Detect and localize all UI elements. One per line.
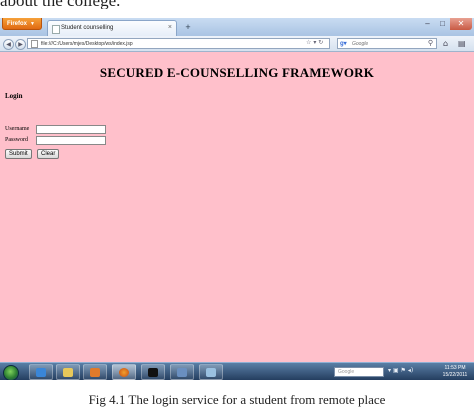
taskbar-paint[interactable] xyxy=(199,364,223,380)
chevron-down-icon: ▼ xyxy=(30,21,35,27)
flag-icon[interactable]: ⚑ xyxy=(401,367,406,374)
window-controls: – □ ✕ xyxy=(420,18,472,32)
bookmarks-icon[interactable]: ▤ xyxy=(458,38,466,49)
new-tab-button[interactable]: + xyxy=(183,22,193,32)
media-player-icon xyxy=(90,368,100,377)
username-input[interactable] xyxy=(36,125,106,134)
back-icon[interactable]: ◀ xyxy=(3,39,14,50)
firefox-menu-label: Firefox xyxy=(7,21,28,27)
page-icon xyxy=(52,25,60,34)
tab-label: Student counselling xyxy=(61,25,114,31)
forward-icon[interactable]: ▶ xyxy=(15,39,26,50)
document-above-text: about the college. xyxy=(0,0,120,9)
search-input[interactable] xyxy=(352,39,422,48)
close-icon[interactable]: × xyxy=(168,24,172,31)
system-tray: ▾ ▣ ⚑ ◂) xyxy=(388,367,413,374)
login-heading: Login xyxy=(5,92,23,100)
taskbar-explorer[interactable] xyxy=(56,364,80,380)
taskbar-terminal[interactable] xyxy=(141,364,165,380)
firefox-menu-button[interactable]: Firefox ▼ xyxy=(2,18,42,30)
ie-icon xyxy=(36,368,46,377)
star-icon[interactable]: ☆ xyxy=(306,39,311,46)
volume-icon[interactable]: ◂) xyxy=(408,367,413,374)
clock-time: 11:53 PM xyxy=(444,365,466,371)
navigation-bar: ◀ ▶ file:///C:/Users/mjes/Desktop/ws/ind… xyxy=(0,36,474,52)
password-label: Password xyxy=(5,137,29,143)
file-icon xyxy=(31,40,38,48)
taskbar-ie[interactable] xyxy=(29,364,53,380)
search-icon[interactable]: ⚲ xyxy=(428,39,433,48)
page-title: SECURED E-COUNSELLING FRAMEWORK xyxy=(99,65,375,80)
network-icon[interactable]: ▣ xyxy=(393,367,399,374)
dropdown-icon[interactable]: ▾ xyxy=(313,39,316,46)
page-content: SECURED E-COUNSELLING FRAMEWORK Login Us… xyxy=(0,52,474,362)
clock-date: 15/22/2011 xyxy=(442,372,468,378)
figure-caption: Fig 4.1 The login service for a student … xyxy=(88,392,386,407)
taskbar-firefox[interactable] xyxy=(112,364,136,380)
url-text: file:///C:/Users/mjes/Desktop/ws/index.j… xyxy=(41,41,133,47)
password-input[interactable] xyxy=(36,136,106,145)
window-close-icon[interactable]: ✕ xyxy=(450,18,472,30)
taskbar-search-box[interactable]: Google xyxy=(334,367,384,377)
terminal-icon xyxy=(148,368,158,377)
submit-button[interactable]: Submit xyxy=(5,149,32,159)
minimize-icon[interactable]: – xyxy=(420,18,435,30)
taskbar-task-manager[interactable] xyxy=(170,364,194,380)
url-bar-tools: ☆ ▾ ↻ xyxy=(306,38,323,48)
maximize-icon[interactable]: □ xyxy=(435,18,450,30)
taskbar-media[interactable] xyxy=(83,364,107,380)
firefox-icon xyxy=(119,368,129,377)
folder-icon xyxy=(63,368,73,377)
clear-button[interactable]: Clear xyxy=(37,149,60,159)
search-bar[interactable]: g▾ ⚲ xyxy=(337,38,437,49)
paint-icon xyxy=(206,368,216,377)
tab-strip: Firefox ▼ Student counselling × + – □ ✕ xyxy=(0,18,474,36)
task-manager-icon xyxy=(177,368,187,377)
home-icon[interactable]: ⌂ xyxy=(443,38,448,49)
reload-icon[interactable]: ↻ xyxy=(318,39,323,46)
taskbar-clock[interactable]: 11:53 PM 15/22/2011 xyxy=(438,365,472,379)
url-bar[interactable]: file:///C:/Users/mjes/Desktop/ws/index.j… xyxy=(27,38,330,49)
tray-arrow-icon[interactable]: ▾ xyxy=(388,367,391,374)
username-label: Username xyxy=(5,126,30,132)
google-icon[interactable]: g▾ xyxy=(340,40,347,47)
start-button[interactable] xyxy=(3,365,19,380)
taskbar: Google ▾ ▣ ⚑ ◂) 11:53 PM 15/22/2011 xyxy=(0,362,474,380)
browser-window: Firefox ▼ Student counselling × + – □ ✕ ◀… xyxy=(0,18,474,380)
tab-student-counselling[interactable]: Student counselling × xyxy=(47,20,177,36)
